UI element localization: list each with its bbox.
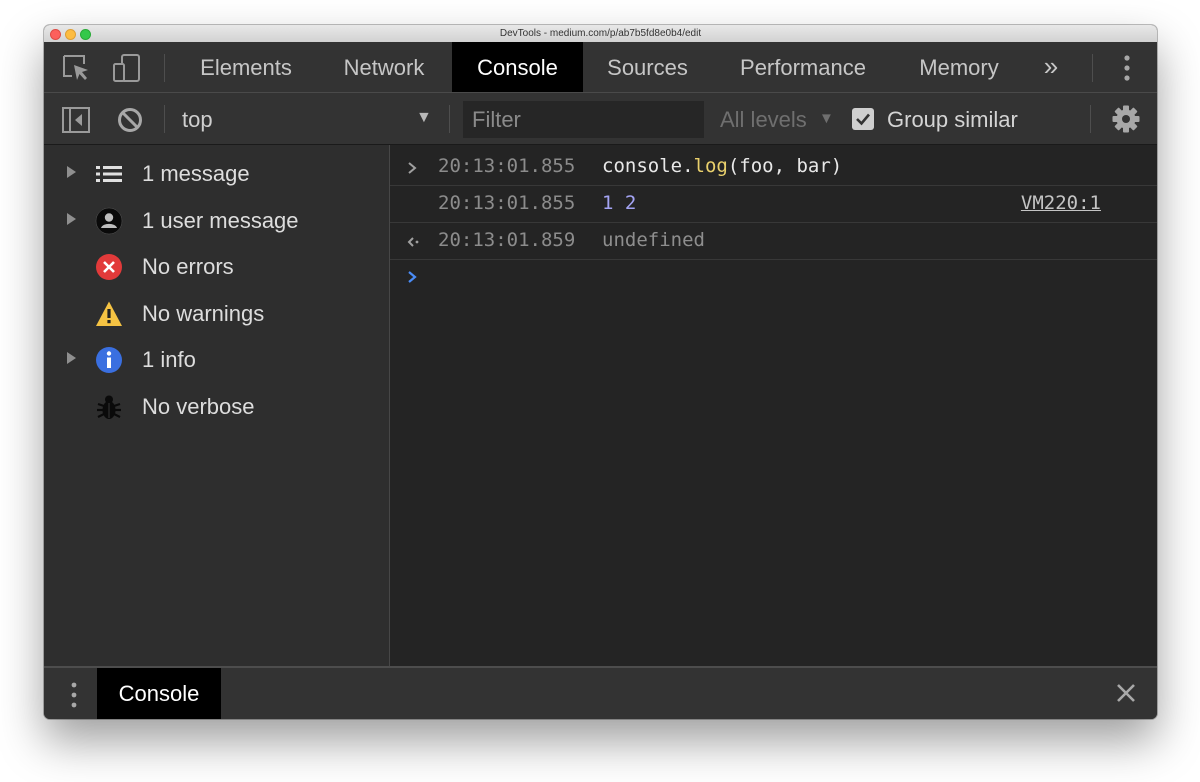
sidebar-toggle-icon[interactable]: [61, 105, 91, 135]
settings-gear-icon[interactable]: [1111, 104, 1141, 134]
source-link[interactable]: VM220:1: [1021, 186, 1101, 220]
user-icon: [95, 207, 123, 235]
devtools-window: DevTools - medium.com/p/ab7b5fd8e0b4/edi…: [44, 25, 1157, 719]
console-toolbar: top ▼ All levels ▼ Group similar: [44, 93, 1157, 145]
filter-input[interactable]: [463, 101, 704, 138]
checkmark-icon: [856, 113, 870, 126]
drawer-menu-icon[interactable]: [70, 681, 78, 709]
console-entry-log: 20:13:01.855 1 2 VM220:1: [390, 186, 1157, 223]
error-icon: [95, 253, 123, 281]
group-similar-checkbox[interactable]: [852, 108, 874, 130]
timestamp: 20:13:01.859: [438, 229, 576, 251]
sidebar-item-verbose[interactable]: No verbose: [44, 387, 390, 427]
prompt-chevron-icon[interactable]: [406, 269, 418, 288]
warning-icon: [95, 300, 123, 328]
code-arguments: (foo, bar): [727, 155, 843, 177]
sidebar-item-warnings[interactable]: No warnings: [44, 294, 390, 334]
more-options-icon[interactable]: [1112, 53, 1142, 83]
context-selector[interactable]: top: [182, 107, 213, 133]
drawer-tab-console[interactable]: Console: [97, 668, 221, 719]
timestamp: 20:13:01.855: [438, 155, 576, 177]
sidebar-item-label: 1 user message: [142, 208, 299, 233]
sidebar-item-label: No errors: [142, 254, 234, 279]
list-icon: [95, 160, 123, 188]
log-values: 1 2: [602, 192, 637, 214]
sidebar-item-messages[interactable]: 1 message: [44, 154, 390, 194]
toolbar-divider: [164, 105, 165, 133]
expand-arrow-icon[interactable]: [67, 352, 76, 364]
expand-arrow-icon[interactable]: [67, 213, 76, 225]
tab-elements[interactable]: Elements: [176, 42, 316, 92]
expand-arrow-icon[interactable]: [67, 166, 76, 178]
sidebar-item-label: 1 info: [142, 347, 196, 372]
console-input-code: console.log(foo, bar): [602, 149, 842, 183]
log-levels-dropdown[interactable]: All levels: [720, 107, 807, 133]
inspect-element-icon[interactable]: [61, 53, 91, 83]
close-drawer-icon[interactable]: [1115, 682, 1137, 704]
sidebar-item-label: 1 message: [142, 161, 250, 186]
toolbar-divider: [1092, 54, 1093, 82]
console-sidebar: 1 message 1 user message No errors No wa…: [44, 145, 390, 666]
sidebar-item-label: No warnings: [142, 301, 265, 326]
tab-console[interactable]: Console: [452, 42, 583, 92]
sidebar-item-errors[interactable]: No errors: [44, 247, 390, 287]
toolbar-divider: [1090, 105, 1091, 133]
tab-network[interactable]: Network: [316, 42, 452, 92]
tab-performance[interactable]: Performance: [712, 42, 894, 92]
device-toolbar-icon[interactable]: [112, 53, 142, 83]
code-function: log: [693, 155, 728, 177]
main-toolbar: Elements Network Console Sources Perform…: [44, 42, 1157, 93]
tab-memory[interactable]: Memory: [894, 42, 1024, 92]
sidebar-item-label: No verbose: [142, 394, 255, 419]
bug-icon: [95, 393, 123, 421]
tab-sources[interactable]: Sources: [583, 42, 712, 92]
group-similar-label: Group similar: [887, 107, 1018, 132]
console-entry-input: 20:13:01.855 console.log(foo, bar): [390, 149, 1157, 186]
result-arrow-icon: [406, 224, 420, 258]
timestamp: 20:13:01.855: [438, 192, 576, 214]
clear-console-icon[interactable]: [115, 105, 145, 135]
bottom-drawer: Console: [44, 666, 1157, 719]
window-titlebar: DevTools - medium.com/p/ab7b5fd8e0b4/edi…: [44, 25, 1157, 43]
more-tabs-button[interactable]: »: [1024, 42, 1078, 92]
toolbar-divider: [164, 54, 165, 82]
sidebar-item-info[interactable]: 1 info: [44, 340, 390, 380]
levels-dropdown-icon[interactable]: ▼: [819, 110, 834, 127]
console-entry-result: 20:13:01.859 undefined: [390, 223, 1157, 260]
input-chevron-icon: [406, 150, 418, 184]
toolbar-divider: [449, 105, 450, 133]
sidebar-item-user-messages[interactable]: 1 user message: [44, 201, 390, 241]
info-icon: [95, 346, 123, 374]
console-output[interactable]: 20:13:01.855 console.log(foo, bar) 20:13…: [390, 145, 1157, 666]
result-value: undefined: [602, 229, 705, 251]
window-title: DevTools - medium.com/p/ab7b5fd8e0b4/edi…: [499, 28, 702, 39]
context-dropdown-icon[interactable]: ▼: [416, 109, 432, 127]
code-object: console.: [602, 155, 694, 177]
